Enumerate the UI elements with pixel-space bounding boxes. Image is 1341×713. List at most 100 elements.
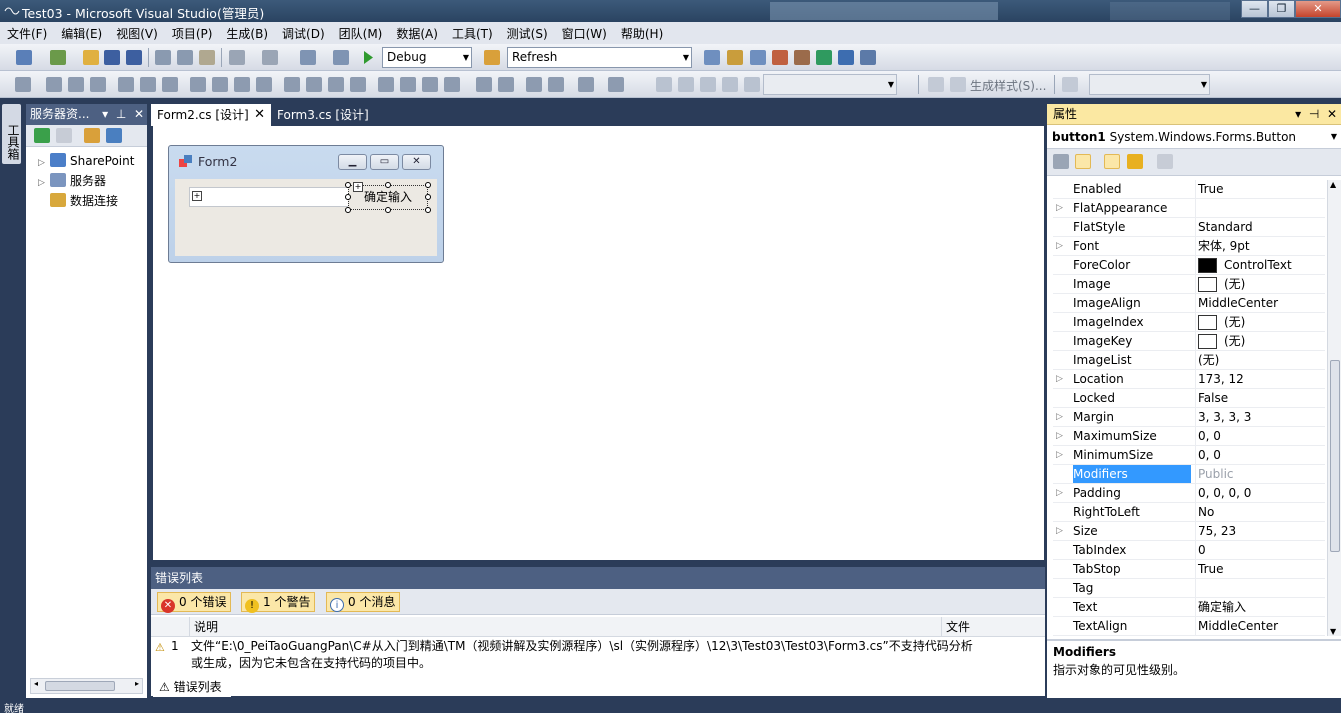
horizontal-scrollbar[interactable]: ◂ ▸	[30, 678, 143, 694]
expand-icon[interactable]: ▷	[1056, 522, 1063, 540]
align-tops-icon[interactable]	[118, 77, 134, 92]
window-layout-icon[interactable]	[860, 50, 876, 65]
property-value[interactable]: 0	[1195, 541, 1325, 559]
property-value[interactable]: ControlText	[1195, 256, 1325, 274]
document-icon[interactable]	[678, 77, 694, 92]
property-value[interactable]	[1195, 199, 1325, 217]
property-value[interactable]: False	[1195, 389, 1325, 407]
tree-item-sharepoint[interactable]: ▷ SharePoint	[38, 151, 134, 171]
property-row[interactable]: Modifiers Public	[1053, 465, 1325, 484]
property-row[interactable]: Locked False	[1053, 389, 1325, 408]
property-value[interactable]: Standard	[1195, 218, 1325, 236]
horizontal-spacing-icon[interactable]	[284, 77, 300, 92]
tab-form3-design[interactable]: Form3.cs [设计]	[271, 104, 371, 126]
property-value[interactable]: 宋体, 9pt	[1195, 237, 1325, 255]
resize-handle[interactable]	[385, 207, 391, 213]
pin-icon[interactable]: ⊥	[116, 107, 126, 121]
property-row[interactable]: ImageAlign MiddleCenter	[1053, 294, 1325, 313]
property-row[interactable]: Tag	[1053, 579, 1325, 598]
move-grip-icon[interactable]: +	[353, 182, 363, 192]
menu-tools[interactable]: 工具(T)	[445, 25, 500, 42]
undo-icon[interactable]	[229, 50, 245, 65]
textbox1[interactable]: +	[189, 187, 349, 207]
properties-window-icon[interactable]	[727, 50, 743, 65]
align-to-grid-icon[interactable]	[15, 77, 31, 92]
paste-icon[interactable]	[199, 50, 215, 65]
property-value[interactable]: 0, 0	[1195, 427, 1325, 445]
menu-window[interactable]: 窗口(W)	[555, 25, 614, 42]
make-same-height-icon[interactable]	[234, 77, 250, 92]
tree-item-servers[interactable]: ▷ 服务器	[38, 171, 106, 191]
pin-icon[interactable]: ⊣	[1309, 107, 1319, 121]
close-icon[interactable]: ✕	[1327, 107, 1337, 121]
column-header-file[interactable]: 文件	[941, 617, 1045, 637]
property-value[interactable]: 确定输入	[1195, 598, 1325, 616]
styles-icon[interactable]	[700, 77, 716, 92]
menu-build[interactable]: 生成(B)	[219, 25, 275, 42]
solution-explorer-icon[interactable]	[704, 50, 720, 65]
property-value[interactable]: 173, 12	[1195, 370, 1325, 388]
property-row[interactable]: TextAlign MiddleCenter	[1053, 617, 1325, 636]
property-value[interactable]: (无)	[1195, 275, 1325, 293]
column-header-description[interactable]: 说明	[189, 617, 941, 637]
style-select[interactable]: ▼	[763, 74, 897, 95]
property-value[interactable]: 75, 23	[1195, 522, 1325, 540]
move-grip-icon[interactable]: +	[192, 191, 202, 201]
expand-icon[interactable]: ▷	[1056, 446, 1063, 464]
toolbox-icon[interactable]	[772, 50, 788, 65]
property-row[interactable]: ImageKey (无)	[1053, 332, 1325, 351]
redo-icon[interactable]	[262, 50, 278, 65]
lock-controls-icon[interactable]	[608, 77, 624, 92]
property-row[interactable]: ▷ MaximumSize 0, 0	[1053, 427, 1325, 446]
property-row[interactable]: ImageIndex (无)	[1053, 313, 1325, 332]
property-pages-icon[interactable]	[1157, 154, 1173, 169]
property-value[interactable]: (无)	[1195, 332, 1325, 350]
arrow-icon[interactable]	[928, 77, 944, 92]
vertical-spacing-icon[interactable]	[378, 77, 394, 92]
scroll-up-icon[interactable]: ▲	[1330, 180, 1336, 189]
tab-form2-design[interactable]: Form2.cs [设计] ✕	[151, 104, 271, 126]
navigate-forward-icon[interactable]	[333, 50, 349, 65]
tree-item-data-connections[interactable]: 数据连接	[38, 191, 118, 211]
column-header-number[interactable]	[151, 617, 189, 637]
form-close-button[interactable]: ✕	[402, 154, 431, 170]
maximize-button[interactable]: ❐	[1268, 0, 1295, 18]
decrease-horizontal-spacing-icon[interactable]	[328, 77, 344, 92]
cut-icon[interactable]	[155, 50, 171, 65]
server-explorer-icon[interactable]	[816, 50, 832, 65]
size-to-grid-icon[interactable]	[212, 77, 228, 92]
property-row[interactable]: ▷ MinimumSize 0, 0	[1053, 446, 1325, 465]
close-icon[interactable]: ✕	[134, 107, 144, 121]
property-row[interactable]: Enabled True	[1053, 180, 1325, 199]
remove-vertical-spacing-icon[interactable]	[444, 77, 460, 92]
property-value[interactable]: Public	[1195, 465, 1325, 483]
resize-handle[interactable]	[425, 182, 431, 188]
property-row[interactable]: Text 确定输入	[1053, 598, 1325, 617]
save-all-icon[interactable]	[126, 50, 142, 65]
categorized-icon[interactable]	[1053, 154, 1069, 169]
scrollbar-thumb[interactable]	[1330, 360, 1340, 552]
resize-handle[interactable]	[345, 194, 351, 200]
tab-command-window[interactable]: ▣ 命令窗口	[287, 677, 367, 697]
expand-icon[interactable]: ▷	[38, 153, 50, 173]
property-value[interactable]: MiddleCenter	[1195, 294, 1325, 312]
form-client-area[interactable]: + 确定输入 +	[175, 179, 437, 256]
property-row[interactable]: ▷ Font 宋体, 9pt	[1053, 237, 1325, 256]
align-centers-icon[interactable]	[68, 77, 84, 92]
properties-icon[interactable]	[1104, 154, 1120, 169]
new-document-icon[interactable]	[656, 77, 672, 92]
send-to-back-icon[interactable]	[548, 77, 564, 92]
align-bottoms-icon[interactable]	[162, 77, 178, 92]
scroll-left-icon[interactable]: ◂	[34, 679, 38, 688]
align-lefts-icon[interactable]	[46, 77, 62, 92]
extension-manager-icon[interactable]	[838, 50, 854, 65]
property-value[interactable]: MiddleCenter	[1195, 617, 1325, 635]
find-in-files-icon[interactable]	[484, 50, 500, 65]
form-minimize-button[interactable]: ▁	[338, 154, 367, 170]
scroll-down-icon[interactable]: ▼	[1330, 627, 1336, 636]
decrease-vertical-spacing-icon[interactable]	[422, 77, 438, 92]
dropdown-icon[interactable]: ▾	[1295, 107, 1301, 121]
refresh-icon[interactable]	[34, 128, 50, 143]
expand-icon[interactable]: ▷	[1056, 237, 1063, 255]
menu-edit[interactable]: 编辑(E)	[54, 25, 109, 42]
